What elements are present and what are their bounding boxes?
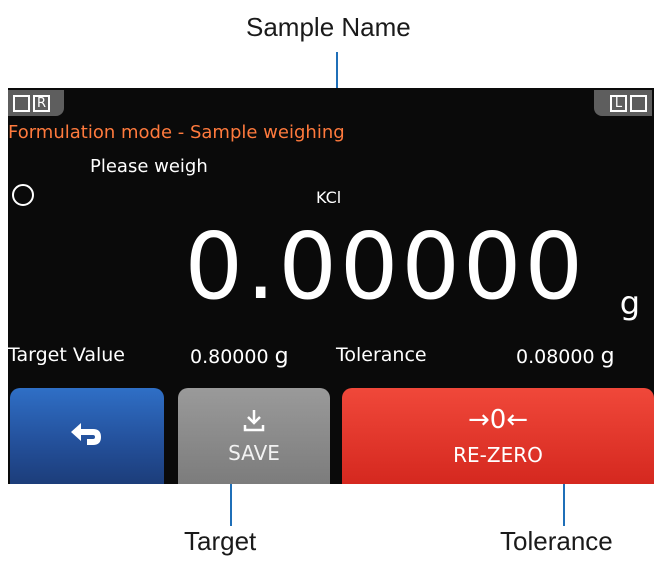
balance-screen: R L Formulation mode - Sample weighing P… (8, 88, 654, 484)
mode-title: Formulation mode - Sample weighing (8, 122, 345, 143)
target-value-readout: 0.80000 g (190, 344, 289, 369)
left-side-tab[interactable]: R (8, 90, 64, 116)
tolerance-callout-label: Tolerance (500, 526, 613, 556)
target-value-unit: g (274, 344, 289, 369)
tolerance-number: 0.08000 (516, 346, 595, 368)
rezero-button-label: RE-ZERO (453, 443, 543, 467)
right-side-tab[interactable]: L (594, 90, 652, 116)
return-arrow-icon (71, 423, 101, 445)
target-value-label: Target Value (8, 344, 125, 366)
sample-name-callout-label: Sample Name (246, 12, 411, 42)
tolerance-unit: g (600, 344, 615, 369)
left-tab-r-icon: R (33, 94, 50, 112)
return-button[interactable] (10, 388, 164, 484)
weight-unit: g (619, 284, 640, 322)
instruction-text: Please weigh (90, 156, 208, 177)
rezero-icon: →0← (467, 405, 529, 435)
tolerance-readout: 0.08000 g (516, 344, 615, 369)
download-icon (243, 410, 265, 432)
weight-readout: 0.00000 (184, 213, 586, 320)
right-tab-box-icon (630, 94, 647, 112)
circle-outline-icon (12, 184, 34, 206)
save-button[interactable]: SAVE (178, 388, 330, 484)
right-tab-l-icon: L (610, 94, 627, 112)
rezero-button[interactable]: →0← RE-ZERO (342, 388, 654, 484)
target-value-number: 0.80000 (190, 346, 269, 368)
tolerance-label: Tolerance (336, 344, 427, 366)
target-callout-label: Target (184, 526, 257, 556)
save-button-label: SAVE (228, 441, 280, 465)
left-tab-box-icon (13, 94, 30, 112)
sample-name: KCl (316, 188, 342, 207)
